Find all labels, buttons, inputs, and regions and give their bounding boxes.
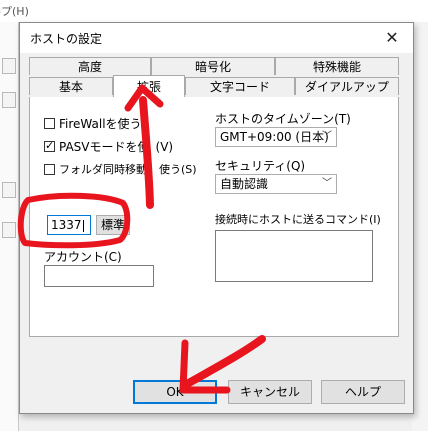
text-caret: [82, 219, 84, 232]
chevron-down-icon: ﹀: [322, 131, 332, 142]
port-default-button[interactable]: 標準: [96, 215, 130, 235]
sync-move-checkbox[interactable]: フォルダ同時移動 使う(S): [44, 161, 197, 177]
sync-move-checkbox-label: フォルダ同時移動: [59, 163, 147, 176]
close-icon: ✕: [385, 28, 399, 47]
background-left-toolbar: [0, 22, 19, 431]
timezone-label: ホストのタイムゾーン(T): [215, 112, 351, 126]
dialog-title: ホストの設定: [30, 32, 103, 46]
host-settings-dialog: ホストの設定 ✕ 高度 暗号化 特殊機能 基本 拡張 文字コード ダイアルアップ…: [19, 22, 414, 414]
sync-move-checkbox-box[interactable]: [44, 163, 55, 175]
extended-tab-panel: FireWallを使う( PASVモードを使(V) フォルダ同時移動使う(S) …: [29, 97, 399, 337]
background-title-text: ルプ(H): [0, 5, 29, 18]
port-input[interactable]: 1337: [47, 215, 91, 235]
firewall-checkbox-box[interactable]: [44, 118, 55, 129]
account-input[interactable]: [44, 265, 154, 287]
command-textarea[interactable]: [215, 230, 373, 282]
command-label: 接続時にホストに送るコマンド(I): [215, 213, 381, 226]
background-title-bar: ルプ(H): [0, 0, 428, 23]
background-toolbar-button[interactable]: [2, 58, 16, 74]
background-right-scroll: [412, 22, 428, 431]
account-label: アカウント(C): [44, 250, 122, 264]
security-select[interactable]: 自動認識 ﹀: [215, 174, 337, 194]
pasv-checkbox-label: PASVモードを使: [59, 140, 150, 154]
background-toolbar-button[interactable]: [2, 182, 16, 198]
help-button[interactable]: ヘルプ: [321, 380, 405, 404]
sync-move-checkbox-suffix: 使う(S): [159, 163, 197, 176]
security-label: セキュリティ(Q): [215, 159, 306, 173]
background-toolbar-button[interactable]: [2, 92, 16, 108]
close-button[interactable]: ✕: [379, 25, 405, 51]
background-toolbar-button[interactable]: [2, 222, 16, 238]
pasv-checkbox[interactable]: PASVモードを使 (V): [44, 138, 173, 155]
pasv-checkbox-box[interactable]: [44, 139, 55, 152]
tab-character-code[interactable]: 文字コード: [185, 77, 295, 95]
chevron-down-icon: ﹀: [322, 178, 332, 189]
pasv-checkbox-suffix: (V): [155, 139, 174, 154]
tab-encryption[interactable]: 暗号化: [151, 57, 275, 75]
ok-button[interactable]: OK: [133, 380, 217, 404]
tab-basic[interactable]: 基本: [29, 77, 113, 95]
timezone-select[interactable]: GMT+09:00 (日本) ﹀: [215, 127, 337, 147]
tab-special-features[interactable]: 特殊機能: [275, 57, 399, 75]
tab-extended[interactable]: 拡張: [113, 75, 185, 97]
cancel-button[interactable]: キャンセル: [228, 380, 312, 404]
tab-dialup[interactable]: ダイアルアップ: [295, 77, 399, 95]
tab-advanced[interactable]: 高度: [29, 57, 151, 75]
firewall-checkbox[interactable]: FireWallを使う(: [44, 115, 146, 132]
dialog-title-bar: ホストの設定 ✕: [20, 23, 413, 53]
firewall-checkbox-label: FireWallを使う(: [59, 117, 147, 131]
